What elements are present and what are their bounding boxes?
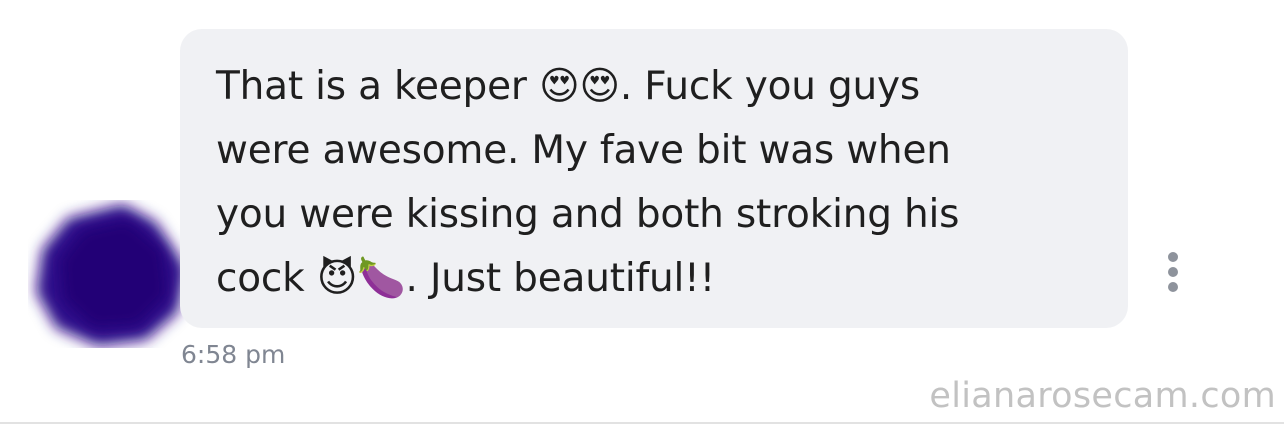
watermark: elianarosecam.com <box>929 376 1276 416</box>
message-timestamp: 6:58 pm <box>181 340 286 369</box>
kebab-dot <box>1168 252 1178 262</box>
message-text: That is a keeper 😍😍. Fuck you guys were … <box>216 64 960 301</box>
kebab-dot <box>1168 267 1178 277</box>
kebab-dot <box>1168 282 1178 292</box>
divider <box>0 422 1284 424</box>
more-vertical-icon[interactable] <box>1158 252 1188 296</box>
message-bubble[interactable]: That is a keeper 😍😍. Fuck you guys were … <box>180 29 1128 328</box>
blurred-avatar-icon <box>36 204 186 346</box>
avatar[interactable] <box>28 200 193 348</box>
